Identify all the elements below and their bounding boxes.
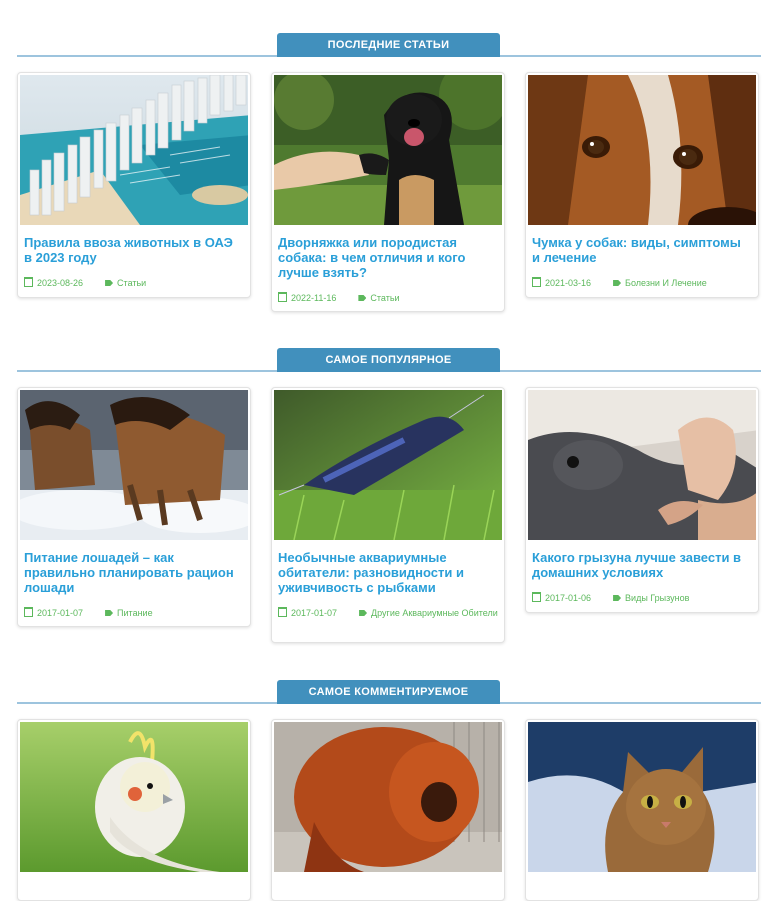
article-date: 2017-01-07 <box>24 607 83 618</box>
calendar-icon <box>24 607 33 617</box>
article-meta: 2022-11-16 Статьи <box>278 290 498 307</box>
tag-icon <box>613 280 622 286</box>
article-date: 2017-01-07 <box>278 607 337 618</box>
article-category: Другие Аквариумные Обители <box>359 608 498 618</box>
article-category: Питание <box>105 608 153 618</box>
section-most-commented: САМОЕ КОММЕНТИРУЕМОЕ <box>17 680 761 706</box>
article-card[interactable]: Чумка у собак: виды, симптомы и лечение … <box>525 72 759 298</box>
article-date: 2021-03-16 <box>532 277 591 288</box>
article-category: Болезни И Лечение <box>613 278 707 288</box>
article-image-black-dog[interactable] <box>274 75 502 225</box>
article-title-link[interactable]: Правила ввоза животных в ОАЭ в 2023 году <box>24 235 244 265</box>
article-meta: 2017-01-07 Другие Аквариумные Обители <box>278 605 498 622</box>
article-meta: 2017-01-07 Питание <box>24 605 244 622</box>
calendar-icon <box>278 292 287 302</box>
section-header: САМОЕ ПОПУЛЯРНОЕ <box>17 348 761 374</box>
tag-icon <box>105 280 114 286</box>
section-title: САМОЕ ПОПУЛЯРНОЕ <box>277 348 500 372</box>
section-title: САМОЕ КОММЕНТИРУЕМОЕ <box>277 680 500 704</box>
article-card[interactable]: Правила ввоза животных в ОАЭ в 2023 году… <box>17 72 251 298</box>
article-card[interactable]: Дворняжка или породистая собака: в чем о… <box>271 72 505 312</box>
article-title-link[interactable]: Питание лошадей – как правильно планиров… <box>24 550 244 595</box>
article-date: 2023-08-26 <box>24 277 83 288</box>
tag-icon <box>359 610 368 616</box>
calendar-icon <box>278 607 287 617</box>
article-meta: 2017-01-06 Виды Грызунов <box>532 590 752 607</box>
article-image-dubai-marina[interactable] <box>20 75 248 225</box>
article-image-horses[interactable] <box>20 390 248 540</box>
article-image-tibetan-mastiff[interactable] <box>274 722 502 872</box>
category-link[interactable]: Болезни И Лечение <box>625 278 707 288</box>
category-link[interactable]: Другие Аквариумные Обители <box>371 608 498 618</box>
article-image-cockatiel[interactable] <box>20 722 248 872</box>
section-title: ПОСЛЕДНИЕ СТАТЬИ <box>277 33 500 57</box>
article-image-chinchilla[interactable] <box>528 390 756 540</box>
article-image-abyssinian-cat[interactable] <box>528 722 756 872</box>
section-most-popular: САМОЕ ПОПУЛЯРНОЕ <box>17 348 761 374</box>
article-category: Виды Грызунов <box>613 593 689 603</box>
tag-icon <box>358 295 367 301</box>
category-link[interactable]: Статьи <box>370 293 399 303</box>
article-category: Статьи <box>358 293 400 303</box>
article-image-blue-shrimp[interactable] <box>274 390 502 540</box>
section-latest-articles: ПОСЛЕДНИЕ СТАТЬИ <box>17 33 761 59</box>
article-card[interactable] <box>17 719 251 901</box>
article-title-link[interactable]: Дворняжка или породистая собака: в чем о… <box>278 235 498 280</box>
calendar-icon <box>24 277 33 287</box>
article-date: 2022-11-16 <box>278 292 336 303</box>
article-title-link[interactable]: Какого грызуна лучше завести в домашних … <box>532 550 752 580</box>
article-card[interactable]: Какого грызуна лучше завести в домашних … <box>525 387 759 613</box>
calendar-icon <box>532 592 541 602</box>
article-image-beagle[interactable] <box>528 75 756 225</box>
article-meta: 2021-03-16 Болезни И Лечение <box>532 275 752 292</box>
category-link[interactable]: Статьи <box>117 278 146 288</box>
article-category: Статьи <box>105 278 146 288</box>
tag-icon <box>105 610 114 616</box>
section-header: САМОЕ КОММЕНТИРУЕМОЕ <box>17 680 761 706</box>
article-title-link[interactable]: Необычные аквариумные обитатели: разнови… <box>278 550 498 595</box>
article-card[interactable]: Необычные аквариумные обитатели: разнови… <box>271 387 505 643</box>
category-link[interactable]: Питание <box>117 608 153 618</box>
article-card[interactable] <box>271 719 505 901</box>
article-title-link[interactable]: Чумка у собак: виды, симптомы и лечение <box>532 235 752 265</box>
section-header: ПОСЛЕДНИЕ СТАТЬИ <box>17 33 761 59</box>
category-link[interactable]: Виды Грызунов <box>625 593 689 603</box>
tag-icon <box>613 595 622 601</box>
article-meta: 2023-08-26 Статьи <box>24 275 244 292</box>
article-date: 2017-01-06 <box>532 592 591 603</box>
calendar-icon <box>532 277 541 287</box>
article-card[interactable] <box>525 719 759 901</box>
article-card[interactable]: Питание лошадей – как правильно планиров… <box>17 387 251 627</box>
